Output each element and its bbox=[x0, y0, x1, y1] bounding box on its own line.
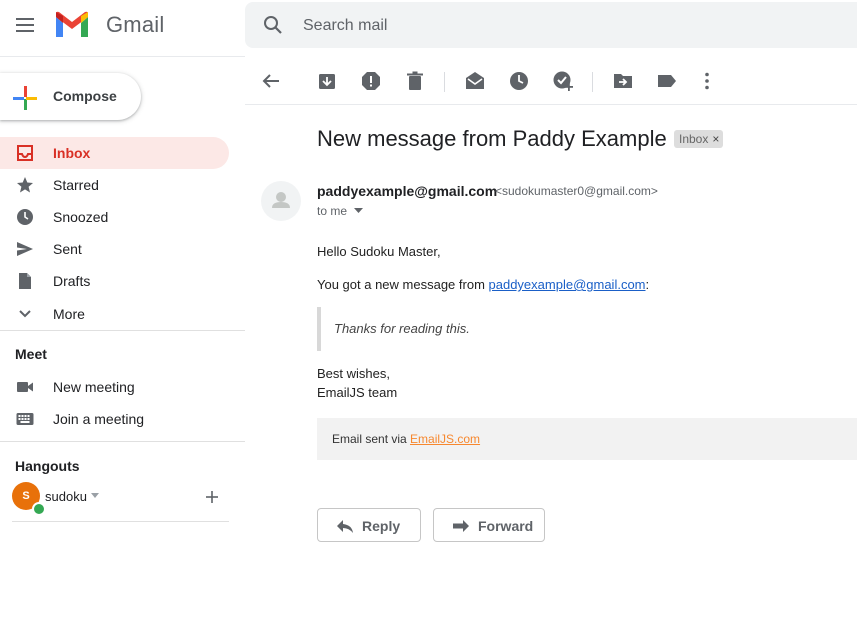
mark-unread-icon[interactable] bbox=[464, 70, 486, 92]
forward-icon bbox=[453, 520, 469, 532]
sidebar-divider bbox=[0, 441, 245, 442]
sidebar-item-label: Starred bbox=[53, 177, 99, 193]
default-avatar-icon bbox=[272, 192, 290, 208]
toolbar-separator bbox=[592, 72, 593, 92]
sidebar-item-starred[interactable]: Starred bbox=[0, 169, 229, 201]
archive-icon[interactable] bbox=[316, 70, 338, 92]
online-status-indicator bbox=[32, 502, 46, 516]
sidebar-item-label: More bbox=[53, 306, 85, 322]
more-vert-icon[interactable] bbox=[696, 70, 718, 92]
sender-email: <sudokumaster0@gmail.com> bbox=[495, 184, 658, 198]
message-subject: New message from Paddy Example bbox=[317, 126, 667, 151]
chevron-down-icon bbox=[19, 310, 31, 318]
message-greeting: Hello Sudoku Master, bbox=[317, 244, 441, 259]
video-icon bbox=[17, 382, 33, 392]
sender-name[interactable]: paddyexample@gmail.com bbox=[317, 183, 497, 199]
toolbar-separator bbox=[444, 72, 445, 92]
search-icon[interactable] bbox=[263, 15, 283, 35]
recipient-text: to me bbox=[317, 204, 348, 218]
label-icon[interactable] bbox=[656, 70, 678, 92]
caret-down-icon[interactable] bbox=[91, 493, 99, 499]
quoted-message: Thanks for reading this. bbox=[334, 321, 470, 336]
remove-label-icon[interactable]: × bbox=[712, 130, 719, 148]
forward-label: Forward bbox=[478, 518, 534, 534]
back-arrow-icon[interactable] bbox=[260, 70, 282, 92]
reply-icon bbox=[337, 520, 353, 533]
delete-icon[interactable] bbox=[404, 70, 426, 92]
add-to-tasks-icon[interactable] bbox=[552, 70, 574, 92]
sidebar-item-join-meeting[interactable]: Join a meeting bbox=[0, 403, 229, 435]
forward-button[interactable]: Forward bbox=[433, 508, 545, 542]
keyboard-icon bbox=[16, 413, 34, 425]
main-menu-button[interactable] bbox=[12, 12, 38, 38]
sidebar-item-label: Sent bbox=[53, 241, 82, 257]
report-spam-icon[interactable] bbox=[360, 70, 382, 92]
sidebar-item-label: Drafts bbox=[53, 273, 91, 289]
send-icon bbox=[17, 242, 33, 256]
email-footer: Email sent via EmailJS.com bbox=[317, 418, 857, 460]
sidebar-item-label: Inbox bbox=[53, 145, 91, 161]
show-details-caret-icon[interactable] bbox=[354, 208, 363, 214]
sidebar-divider bbox=[0, 330, 245, 331]
clock-icon bbox=[17, 209, 33, 225]
sender-email-link[interactable]: paddyexample@gmail.com bbox=[489, 277, 646, 292]
star-icon bbox=[17, 177, 33, 193]
gmail-brand-text: Gmail bbox=[106, 12, 165, 37]
sidebar-item-sent[interactable]: Sent bbox=[0, 233, 229, 265]
footer-text: Email sent via EmailJS.com bbox=[332, 432, 480, 446]
sidebar-item-label: Snoozed bbox=[53, 209, 109, 225]
snooze-icon[interactable] bbox=[508, 70, 530, 92]
header-divider bbox=[0, 56, 245, 57]
sidebar-item-label: Join a meeting bbox=[53, 411, 145, 427]
compose-label: Compose bbox=[53, 88, 117, 104]
inbox-icon bbox=[17, 145, 33, 161]
inbox-label-chip[interactable]: Inbox × bbox=[674, 130, 724, 148]
sender-avatar bbox=[261, 181, 301, 221]
message-line-prefix: You got a new message from bbox=[317, 277, 489, 292]
search-input[interactable] bbox=[301, 12, 825, 40]
meet-section-title: Meet bbox=[15, 346, 47, 362]
hangouts-section-title: Hangouts bbox=[15, 458, 80, 474]
sidebar-item-drafts[interactable]: Drafts bbox=[0, 265, 229, 297]
compose-button[interactable]: Compose bbox=[0, 73, 141, 120]
draft-icon bbox=[19, 273, 31, 289]
add-contact-icon[interactable] bbox=[204, 489, 220, 505]
quote-bar bbox=[317, 307, 321, 351]
search-bar bbox=[245, 2, 857, 48]
move-to-icon[interactable] bbox=[612, 70, 634, 92]
gmail-logo-icon[interactable] bbox=[54, 11, 90, 39]
compose-plus-icon bbox=[13, 86, 37, 110]
reply-button[interactable]: Reply bbox=[317, 508, 421, 542]
sidebar-item-label: New meeting bbox=[53, 379, 135, 395]
toolbar-divider bbox=[245, 104, 857, 105]
label-chip-text: Inbox bbox=[679, 132, 709, 146]
hamburger-menu-icon bbox=[16, 18, 34, 32]
message-line-suffix: : bbox=[645, 277, 650, 292]
sidebar-item-more[interactable]: More bbox=[0, 298, 229, 330]
sidebar-item-snoozed[interactable]: Snoozed bbox=[0, 201, 229, 233]
emailjs-link[interactable]: EmailJS.com bbox=[410, 432, 480, 446]
sidebar-divider bbox=[12, 521, 229, 522]
signoff-line-1: Best wishes, bbox=[317, 366, 390, 381]
reply-label: Reply bbox=[362, 518, 401, 534]
hangouts-user-name[interactable]: sudoku bbox=[45, 489, 87, 504]
message-line: You got a new message from paddyexample@… bbox=[317, 277, 649, 292]
sidebar-item-inbox[interactable]: Inbox bbox=[0, 137, 229, 169]
sidebar-item-new-meeting[interactable]: New meeting bbox=[0, 371, 229, 403]
footer-prefix: Email sent via bbox=[332, 432, 411, 446]
signoff-line-2: EmailJS team bbox=[317, 385, 398, 400]
